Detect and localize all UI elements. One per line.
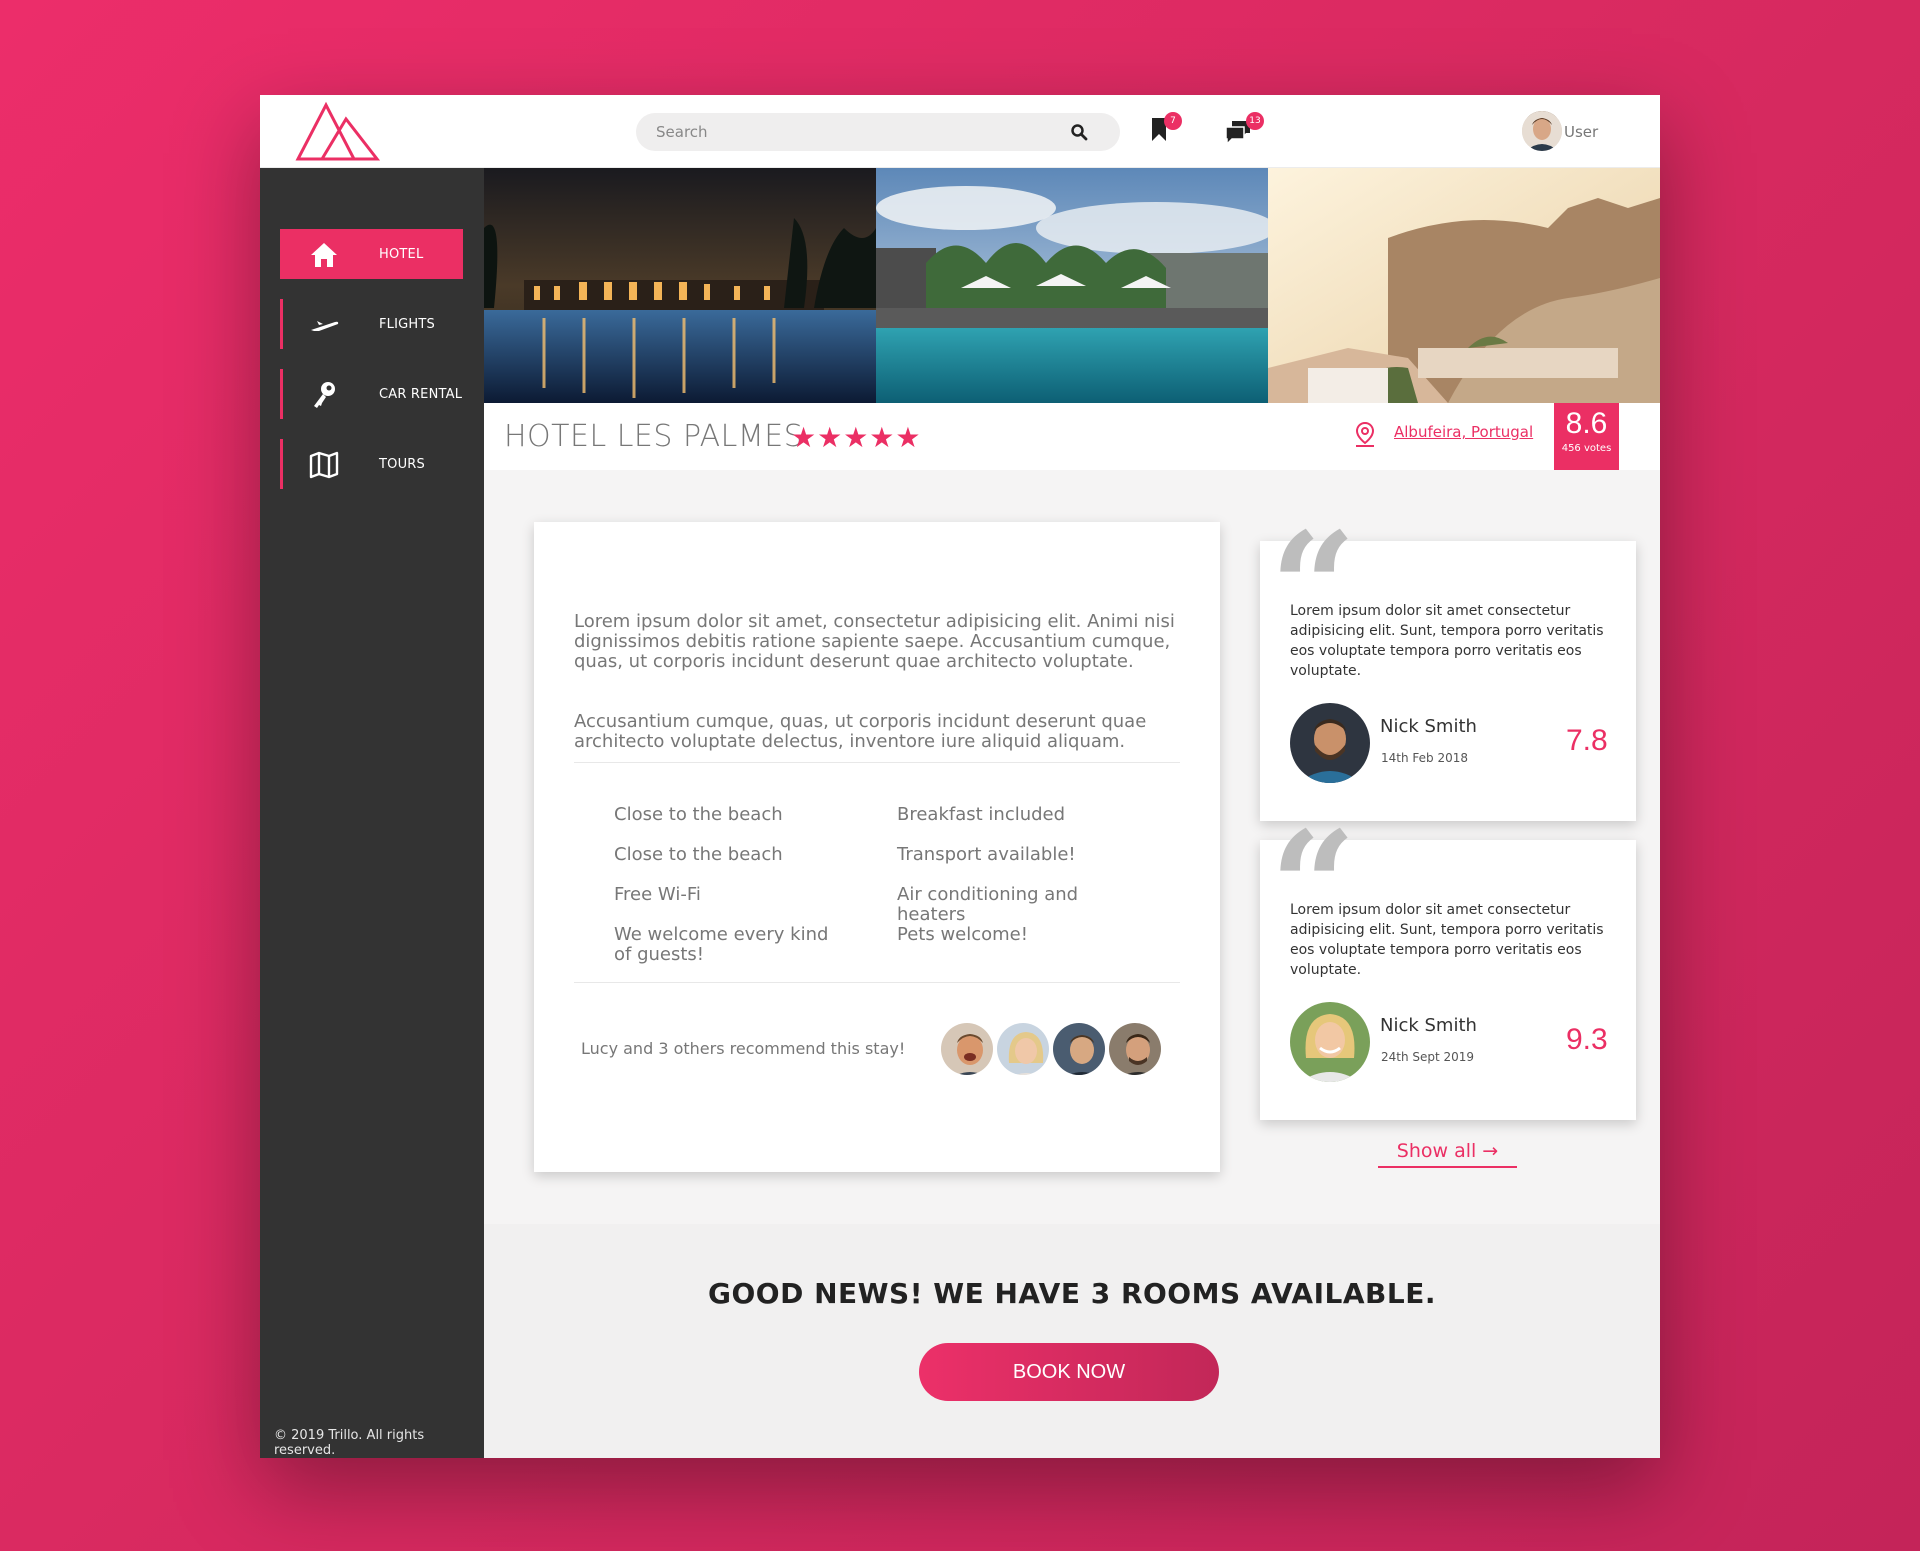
sidebar-item-hotel[interactable]: HOTEL: [280, 229, 463, 279]
feature-item: Transport available!: [897, 844, 1076, 865]
reviewer-name: Nick Smith: [1380, 1015, 1477, 1036]
recommend-text: Lucy and 3 others recommend this stay!: [581, 1039, 906, 1058]
messages-button[interactable]: 13: [1222, 111, 1264, 151]
messages-count-badge: 13: [1246, 112, 1264, 130]
gallery-photo-day-pool[interactable]: [876, 168, 1268, 403]
gallery-photo-cliff-terrace[interactable]: [1268, 168, 1660, 403]
feature-item: Free Wi-Fi: [614, 884, 701, 905]
show-all-reviews-link[interactable]: Show all →: [1378, 1140, 1517, 1168]
search-input[interactable]: [656, 113, 1056, 151]
bookmarks-count-badge: 7: [1164, 112, 1182, 130]
cta-heading: GOOD NEWS! WE HAVE 3 ROOMS AVAILABLE.: [708, 1277, 1436, 1310]
location-pin-icon: [1355, 421, 1375, 447]
booking-cta-section: GOOD NEWS! WE HAVE 3 ROOMS AVAILABLE. BO…: [484, 1224, 1660, 1458]
review-card: “ Lorem ipsum dolor sit amet consectetur…: [1260, 513, 1636, 821]
sidebar-item-label: FLIGHTS: [379, 317, 435, 332]
sidebar-item-tours[interactable]: TOURS: [280, 439, 463, 489]
map-icon: [309, 451, 339, 479]
app-window: 7 13 User: [260, 95, 1660, 1458]
plane-icon: [311, 321, 339, 331]
description-paragraph-1: Lorem ipsum dolor sit amet, consectetur …: [574, 611, 1175, 672]
user-avatar-image: [1522, 111, 1562, 151]
feature-item: Close to the beach: [614, 844, 783, 865]
cliff-terrace-image: [1268, 168, 1660, 403]
hotel-gallery: [484, 168, 1660, 403]
reviewer-photo-1: [1290, 703, 1370, 783]
friend-avatar-2: [997, 1023, 1049, 1075]
book-now-button[interactable]: BOOK NOW: [919, 1343, 1219, 1401]
top-header: 7 13 User: [260, 95, 1660, 168]
recommender-avatar[interactable]: [1050, 1020, 1108, 1078]
gallery-photo-night-pool[interactable]: [484, 168, 876, 403]
sidebar-item-label: HOTEL: [379, 247, 424, 262]
hotel-description-card: Lorem ipsum dolor sit amet, consectetur …: [534, 522, 1220, 1172]
hotel-name: HOTEL LES PALMES: [504, 419, 804, 454]
divider: [574, 762, 1180, 763]
sidebar-item-flights[interactable]: FLIGHTS: [280, 299, 463, 349]
review-score: 9.3: [1566, 1023, 1608, 1056]
recommender-avatar[interactable]: [994, 1020, 1052, 1078]
day-pool-image: [876, 168, 1268, 403]
friend-avatar-4: [1109, 1023, 1161, 1075]
rating-average: 8.6: [1565, 407, 1608, 440]
star-rating: ★★★★★: [791, 422, 922, 453]
divider: [574, 982, 1180, 983]
feature-item: Close to the beach: [614, 804, 783, 825]
review-text: Lorem ipsum dolor sit amet consectetur a…: [1290, 603, 1604, 679]
sidebar: HOTEL FLIGHTS CAR RENTAL TOURS © 2019 Tr…: [260, 168, 484, 1458]
reviewer-avatar: [1290, 1002, 1370, 1082]
hotel-rating-badge: 8.6 456 votes: [1554, 403, 1619, 470]
review-text: Lorem ipsum dolor sit amet consectetur a…: [1290, 902, 1604, 978]
reviewer-photo-2: [1290, 1002, 1370, 1082]
hotel-title-bar: HOTEL LES PALMES ★★★★★ Albufeira, Portug…: [484, 403, 1660, 470]
friend-avatar-3: [1053, 1023, 1105, 1075]
search-bar: [636, 113, 1120, 151]
sidebar-item-label: CAR RENTAL: [379, 387, 463, 402]
feature-item: Pets welcome!: [897, 924, 1028, 945]
copyright-text: © 2019 Trillo. All rights reserved.: [274, 1428, 425, 1458]
trillo-logo[interactable]: [294, 101, 381, 163]
friend-avatar-1: [941, 1023, 993, 1075]
feature-item: We welcome every kind of guests!: [614, 924, 829, 965]
feature-item: Air conditioning and heaters: [897, 884, 1079, 925]
reviewer-name: Nick Smith: [1380, 716, 1477, 737]
review-card: “ Lorem ipsum dolor sit amet consectetur…: [1260, 812, 1636, 1120]
recommender-avatar[interactable]: [938, 1020, 996, 1078]
description-paragraph-2: Accusantium cumque, quas, ut corporis in…: [574, 711, 1147, 752]
recommender-avatar[interactable]: [1106, 1020, 1164, 1078]
search-icon[interactable]: [1070, 123, 1088, 141]
feature-item: Breakfast included: [897, 804, 1066, 825]
key-icon: [314, 382, 335, 408]
night-pool-image: [484, 168, 876, 403]
user-name: User: [1564, 123, 1599, 141]
bookmarks-button[interactable]: 7: [1145, 111, 1185, 151]
review-date: 14th Feb 2018: [1381, 751, 1468, 765]
home-icon: [311, 243, 337, 267]
review-score: 7.8: [1566, 724, 1608, 757]
sidebar-item-car-rental[interactable]: CAR RENTAL: [280, 369, 463, 419]
review-date: 24th Sept 2019: [1381, 1050, 1475, 1064]
rating-votes: 456 votes: [1561, 443, 1612, 454]
reviewer-avatar: [1290, 703, 1370, 783]
user-avatar: [1522, 111, 1562, 151]
sidebar-item-label: TOURS: [379, 457, 425, 472]
hotel-location-link[interactable]: Albufeira, Portugal: [1394, 423, 1533, 441]
